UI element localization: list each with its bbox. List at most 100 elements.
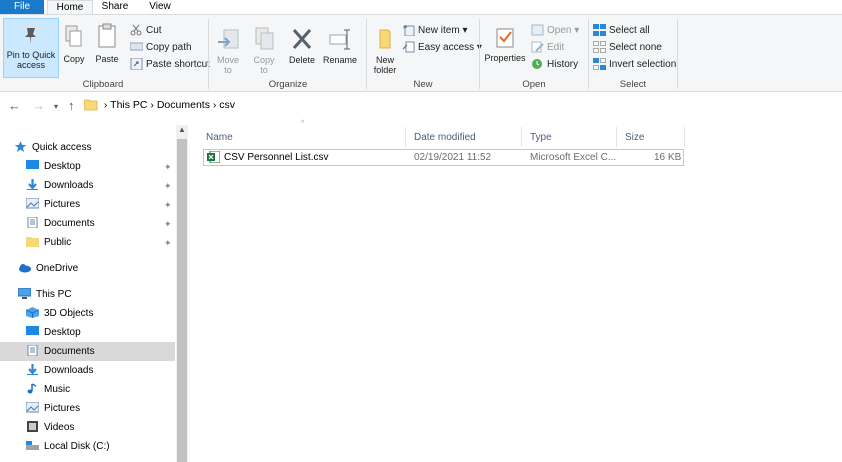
new-item-button[interactable]: New item ▾	[402, 23, 467, 38]
pin-icon[interactable]: ✦	[164, 200, 172, 211]
ribbon-separator	[208, 19, 209, 89]
new-folder-button[interactable]: New folder	[370, 18, 400, 75]
ribbon-tab-bar: File Home Share View	[0, 0, 842, 14]
paste-shortcut-button[interactable]: Paste shortcut	[130, 57, 210, 72]
copy-button[interactable]: Copy	[62, 18, 86, 64]
ribbon-separator	[588, 19, 589, 89]
new-group: New folder New item ▾ Easy access ▾ New	[368, 15, 482, 92]
scrollbar-thumb[interactable]	[177, 139, 187, 462]
rename-button[interactable]: Rename	[322, 18, 358, 65]
sidebar-label: Public	[44, 237, 72, 248]
move-to-button[interactable]: Move to	[214, 18, 242, 75]
up-arrow-icon[interactable]: ↑	[68, 98, 75, 113]
column-divider[interactable]	[684, 127, 685, 147]
excel-file-icon	[207, 151, 220, 163]
history-button[interactable]: History	[531, 57, 578, 72]
back-arrow-icon[interactable]: ←	[8, 98, 21, 113]
sidebar-item-public[interactable]: Public	[26, 233, 71, 252]
move-to-label: Move to	[216, 55, 239, 75]
tab-file[interactable]: File	[0, 0, 44, 14]
copy-to-button[interactable]: Copy to	[250, 18, 278, 75]
sidebar-item-desktop[interactable]: Desktop	[26, 157, 81, 176]
pin-icon[interactable]: ✦	[164, 238, 172, 249]
recent-locations-chevron-icon[interactable]: ▾	[54, 102, 58, 111]
invert-selection-label: Invert selection	[609, 59, 677, 70]
sidebar-item-music[interactable]: Music	[26, 380, 70, 399]
select-all-button[interactable]: Select all	[593, 23, 650, 38]
sidebar-item-downloads[interactable]: Downloads	[26, 176, 93, 195]
column-header-name[interactable]: Name	[206, 129, 233, 146]
sidebar-item-onedrive[interactable]: OneDrive	[18, 259, 78, 278]
pin-label: Pin to Quick access	[6, 50, 56, 70]
delete-button[interactable]: Delete	[286, 18, 318, 65]
film-icon	[27, 420, 38, 432]
computer-icon	[18, 287, 31, 299]
easy-access-button[interactable]: Easy access ▾	[402, 40, 482, 55]
ribbon-separator	[479, 19, 480, 89]
column-header-date-modified[interactable]: Date modified	[414, 129, 476, 146]
cut-button[interactable]: Cut	[130, 23, 162, 38]
open-button[interactable]: Open ▾	[531, 23, 579, 38]
sidebar-item-quick-access[interactable]: Quick access	[14, 138, 91, 157]
ribbon: Pin to Quick access Copy Paste Cut Copy …	[0, 14, 842, 92]
tab-home[interactable]: Home	[47, 0, 93, 14]
sidebar-scrollbar[interactable]: ▲	[176, 125, 188, 462]
sidebar-label: Quick access	[32, 142, 92, 153]
sidebar-item-downloads[interactable]: Downloads	[26, 361, 93, 380]
move-to-icon	[218, 29, 239, 49]
sidebar-item-local-disk[interactable]: Local Disk (C:)	[26, 437, 110, 456]
desktop-icon	[26, 325, 39, 335]
sidebar-item-videos[interactable]: Videos	[26, 418, 74, 437]
copy-path-icon	[130, 42, 143, 51]
clipboard-icon	[98, 23, 116, 48]
rename-label: Rename	[322, 55, 358, 65]
sidebar-item-desktop[interactable]: Desktop	[26, 323, 81, 342]
music-note-icon	[27, 383, 37, 394]
scroll-up-arrow-icon[interactable]: ▲	[177, 125, 187, 137]
sidebar-item-this-pc[interactable]: This PC	[18, 285, 72, 304]
history-icon	[532, 59, 542, 70]
easy-access-icon	[402, 41, 415, 53]
pin-icon[interactable]: ✦	[164, 181, 172, 192]
copy-path-button[interactable]: Copy path	[130, 40, 192, 55]
paste-shortcut-label: Paste shortcut	[146, 59, 210, 70]
sidebar-item-documents[interactable]: Documents	[26, 342, 95, 361]
sidebar-label: Downloads	[44, 365, 94, 376]
breadcrumb-documents[interactable]: Documents	[157, 99, 210, 111]
sidebar-item-documents[interactable]: Documents	[26, 214, 95, 233]
column-header-size[interactable]: Size	[625, 129, 644, 146]
rename-icon	[329, 29, 350, 50]
sidebar-item-pictures[interactable]: Pictures	[26, 195, 80, 214]
tab-share[interactable]: Share	[95, 0, 135, 14]
invert-selection-button[interactable]: Invert selection	[593, 57, 676, 72]
properties-button[interactable]: Properties	[483, 18, 527, 63]
pin-icon[interactable]: ✦	[164, 162, 172, 173]
file-date-modified: 02/19/2021 11:52	[414, 152, 492, 163]
pictures-icon	[26, 401, 39, 413]
file-row[interactable]: CSV Personnel List.csv 02/19/2021 11:52 …	[203, 149, 684, 166]
organize-group: Move to Copy to Delete Rename Organize	[210, 15, 366, 92]
breadcrumb-csv[interactable]: csv	[219, 99, 235, 111]
sidebar-label: Downloads	[44, 180, 94, 191]
column-divider[interactable]	[405, 127, 406, 147]
sidebar-item-pictures[interactable]: Pictures	[26, 399, 80, 418]
paste-button[interactable]: Paste	[94, 18, 120, 64]
open-label: Open ▾	[547, 25, 580, 36]
address-bar[interactable]: › This PC › Documents › csv	[83, 96, 842, 115]
breadcrumb-this-pc[interactable]: This PC	[110, 99, 147, 111]
sidebar-label: Music	[44, 384, 71, 395]
forward-arrow-icon[interactable]: →	[32, 98, 45, 113]
column-header-type[interactable]: Type	[530, 129, 552, 146]
edit-button[interactable]: Edit	[531, 40, 564, 55]
column-divider[interactable]	[521, 127, 522, 147]
pin-to-quick-access-button[interactable]: Pin to Quick access	[3, 18, 59, 78]
folder-icon	[26, 236, 39, 247]
column-divider[interactable]	[616, 127, 617, 147]
select-none-button[interactable]: Select none	[593, 40, 662, 55]
select-group-label: Select	[619, 79, 647, 90]
organize-group-label: Organize	[268, 79, 308, 90]
sidebar-item-3d-objects[interactable]: 3D Objects	[26, 304, 93, 323]
tab-view[interactable]: View	[140, 0, 180, 14]
pin-icon[interactable]: ✦	[164, 219, 172, 230]
file-list: ^ Name Date modified Type Size CSV Perso…	[193, 119, 842, 462]
